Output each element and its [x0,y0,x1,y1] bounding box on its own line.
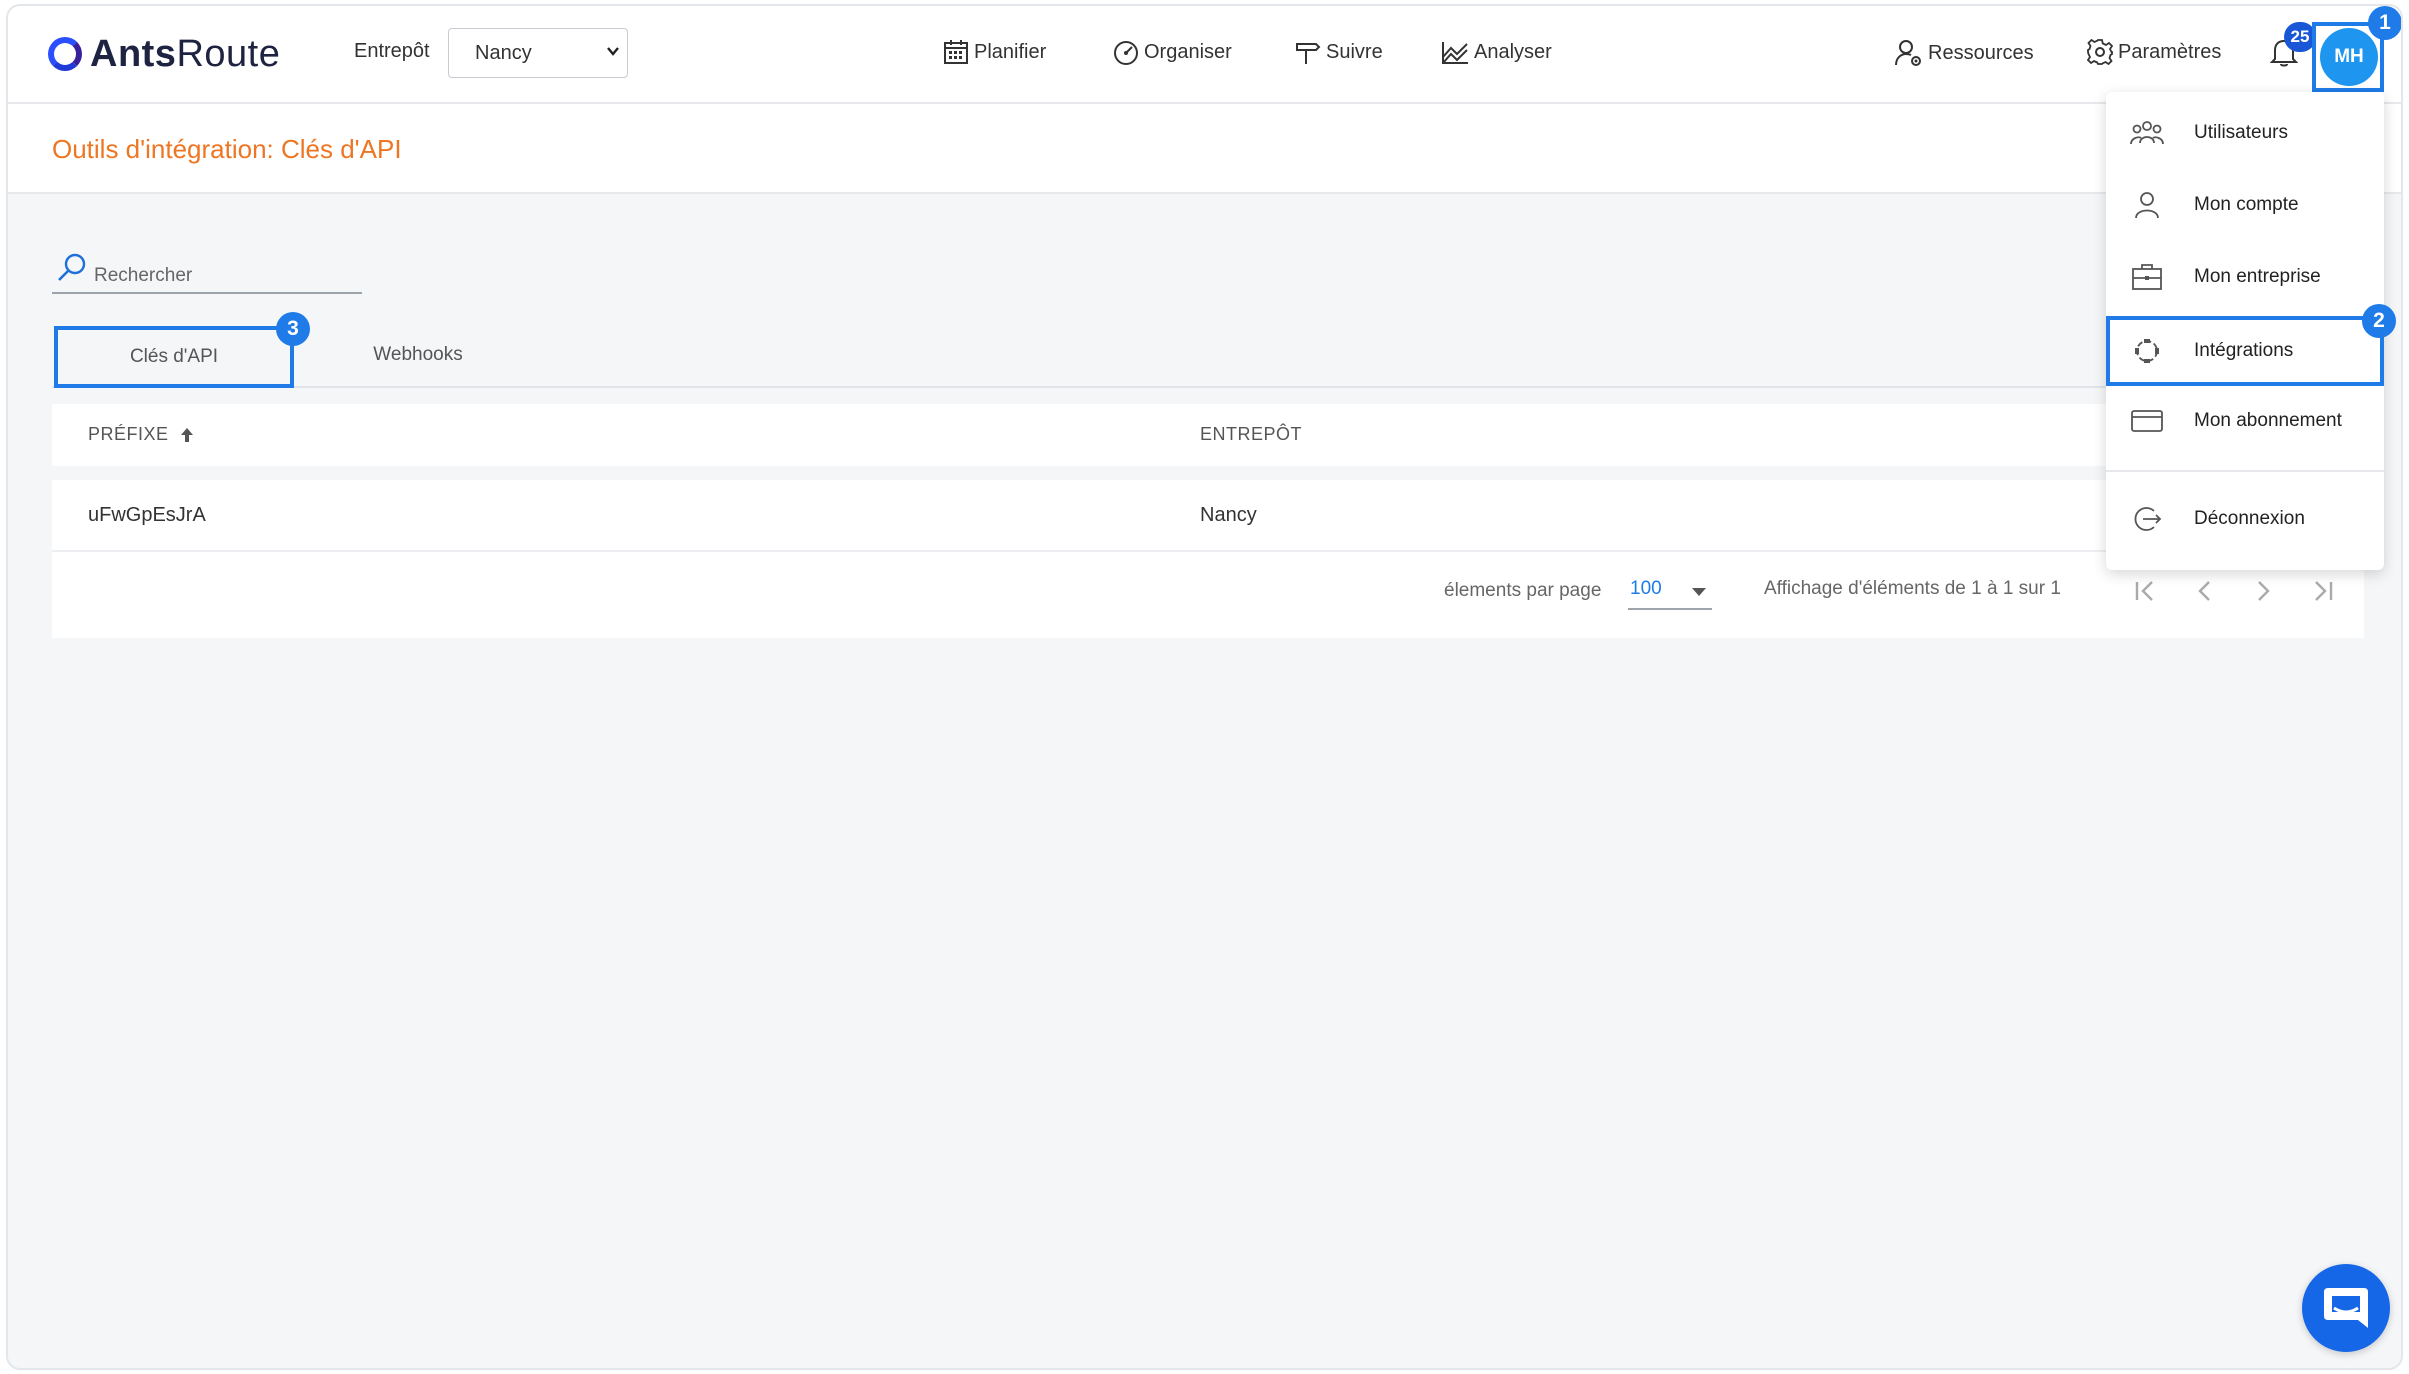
settings-label: Paramètres [2118,41,2222,63]
menu-item-integrations-label: Intégrations [2194,340,2294,361]
nav-suivre-label: Suivre [1326,41,1383,63]
next-page-icon[interactable] [2248,576,2278,606]
user-icon [2135,192,2159,219]
tabs-divider [52,386,2364,388]
table-header: PRÉFIXE ENTREPÔT [52,404,2364,468]
page-title: Outils d'intégration: Clés d'API [52,134,402,164]
resources-label: Ressources [1928,42,2034,64]
chevron-down-icon [607,47,619,56]
column-prefix-label: PRÉFIXE [88,424,169,444]
menu-item-my-account-label: Mon compte [2194,194,2299,215]
menu-item-integrations[interactable]: Intégrations [2106,316,2384,386]
credit-card-icon [2131,410,2163,432]
app-window: AntsRoute Entrepôt Nancy Planifier Organ… [6,4,2403,1370]
column-header-warehouse[interactable]: ENTREPÔT [1200,424,1302,445]
table-row[interactable]: uFwGpEsJrA Nancy [52,482,2364,552]
user-menu: Utilisateurs Mon compte Mon entreprise I… [2106,92,2384,570]
pagination-bar: élements par page 100 Affichage d'élémen… [52,552,2364,638]
menu-divider [2106,470,2384,472]
user-gear-icon [1895,40,1921,66]
menu-item-users-label: Utilisateurs [2194,122,2288,143]
menu-item-subscription-label: Mon abonnement [2194,410,2342,431]
settings-button[interactable]: Paramètres [2086,38,2221,66]
briefcase-icon [2132,264,2162,290]
menu-item-users[interactable]: Utilisateurs [2106,98,2384,168]
antsroute-logo[interactable]: AntsRoute [48,32,280,76]
warehouse-select-value: Nancy [475,42,532,64]
logo-text: AntsRoute [90,32,281,75]
menu-item-my-company-label: Mon entreprise [2194,266,2321,287]
users-icon [2130,121,2164,145]
search-icon [58,253,86,281]
chat-widget-button[interactable] [2302,1264,2390,1352]
nav-analyser-label: Analyser [1474,41,1552,63]
nav-suivre[interactable]: Suivre [1294,38,1383,66]
search-field[interactable] [52,250,362,294]
avatar[interactable]: MH [2320,28,2378,86]
nav-analyser[interactable]: Analyser [1440,38,1552,66]
column-header-prefix[interactable]: PRÉFIXE [88,424,197,445]
api-keys-table: PRÉFIXE ENTREPÔT uFwGpEsJrA Nancy élemen… [52,404,2364,638]
top-header: AntsRoute Entrepôt Nancy Planifier Organ… [8,6,2401,104]
nav-planifier[interactable]: Planifier [942,38,1046,66]
speedometer-icon [1114,41,1138,65]
nav-planifier-label: Planifier [974,41,1047,63]
arrow-up-icon [180,427,193,442]
table-gap [52,466,2364,480]
nav-organiser[interactable]: Organiser [1112,38,1232,66]
menu-item-subscription[interactable]: Mon abonnement [2106,386,2384,456]
logo-mark-icon [48,37,82,71]
resources-button[interactable]: Ressources [1894,38,2034,68]
step-marker-3: 3 [276,312,310,346]
per-page-label: élements par page [1444,580,1602,601]
first-page-icon[interactable] [2130,576,2160,606]
prev-page-icon[interactable] [2190,576,2220,606]
nav-organiser-label: Organiser [1144,41,1232,63]
warehouse-select[interactable]: Nancy [448,28,628,78]
chat-bubble-icon [2324,1288,2368,1328]
caret-down-icon [1692,588,1706,596]
page-header: Outils d'intégration: Clés d'API [8,104,2401,194]
integrations-icon [2135,339,2159,363]
menu-item-logout-label: Déconnexion [2194,508,2305,529]
cell-prefix: uFwGpEsJrA [88,504,206,526]
chart-icon [1442,42,1468,64]
logout-icon [2134,507,2162,531]
menu-item-my-company[interactable]: Mon entreprise [2106,242,2384,312]
warehouse-label: Entrepôt [354,40,430,62]
signpost-icon [1296,43,1321,64]
menu-item-logout[interactable]: Déconnexion [2106,484,2384,554]
menu-item-my-account[interactable]: Mon compte [2106,170,2384,240]
last-page-icon[interactable] [2308,576,2338,606]
per-page-value: 100 [1630,578,1662,599]
step-marker-2: 2 [2362,304,2396,338]
cell-warehouse: Nancy [1200,504,1257,526]
step-marker-1: 1 [2368,6,2401,40]
search-input[interactable] [92,264,356,288]
tab-api-keys[interactable]: Clés d'API [54,326,294,388]
per-page-select[interactable]: 100 [1628,578,1712,610]
pagination-info: Affichage d'éléments de 1 à 1 sur 1 [1764,578,2061,599]
tab-webhooks[interactable]: Webhooks [318,326,518,384]
gear-icon [2086,38,2114,66]
column-warehouse-label: ENTREPÔT [1200,424,1303,444]
calendar-icon [944,40,968,64]
